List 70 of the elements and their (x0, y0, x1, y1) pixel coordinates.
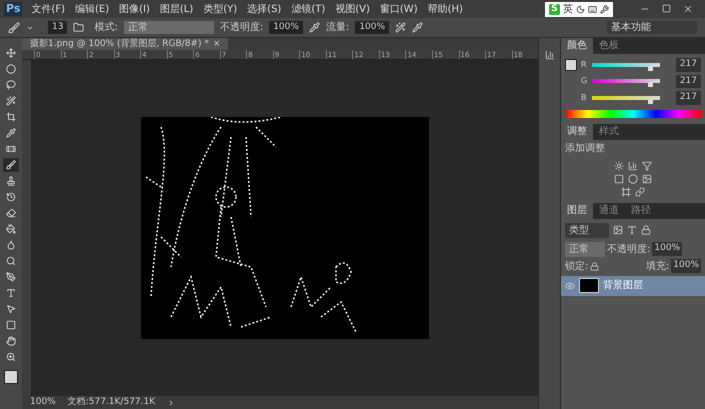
filter-select[interactable]: 类型 (565, 222, 609, 238)
document-title: 摄影1.png @ 100% (背景图层, RGB/8#) * (30, 38, 209, 50)
fill-label: 填充: (646, 260, 670, 274)
maximize-icon[interactable] (662, 4, 671, 13)
wrench-icon[interactable] (600, 5, 609, 14)
panel-tab[interactable]: 图层 (561, 202, 593, 218)
app-logo: Ps (4, 2, 22, 16)
brush-icon[interactable] (3, 158, 19, 172)
workspace-select[interactable]: 基本功能 (607, 21, 697, 34)
folder-icon[interactable] (73, 22, 84, 33)
panel-tab[interactable]: 调整 (561, 124, 593, 140)
menu-item[interactable]: 视图(V) (330, 2, 375, 16)
adjustments-title: 添加调整 (564, 142, 606, 156)
panel-tab[interactable]: 颜色 (561, 38, 593, 54)
panel-tab[interactable]: 通道 (593, 202, 625, 218)
opacity-field[interactable]: 100% (269, 20, 303, 34)
menu-item[interactable]: 类型(Y) (198, 2, 242, 16)
layer-row[interactable]: 背景图层 (561, 276, 705, 296)
color-swatch-icon[interactable] (4, 370, 18, 384)
slider-thumb[interactable] (648, 66, 653, 71)
panel-tab[interactable]: 样式 (593, 124, 625, 140)
document-tab[interactable]: 摄影1.png @ 100% (背景图层, RGB/8#) * × (22, 38, 228, 50)
channel-label: G (581, 75, 588, 88)
moon-icon[interactable] (576, 5, 585, 14)
channel-value[interactable]: 217 (676, 58, 701, 72)
flow-field[interactable]: 100% (355, 20, 390, 34)
brush-size-picker[interactable]: 13 (48, 20, 68, 34)
opacity-field[interactable]: 100% (652, 242, 682, 256)
menu-item[interactable]: 滤镜(T) (286, 2, 330, 16)
zoom-level[interactable]: 100% (30, 396, 56, 409)
channel-value[interactable]: 217 (676, 74, 701, 88)
channel-value[interactable]: 217 (676, 91, 701, 104)
menu-item[interactable]: 选择(S) (242, 2, 286, 16)
menu-item[interactable]: 编辑(E) (70, 2, 114, 16)
channel-label: B (581, 92, 588, 104)
slider-thumb[interactable] (648, 98, 653, 104)
ime-logo: S (549, 4, 560, 15)
channel-label: R (581, 58, 588, 71)
panel-tab[interactable]: 路径 (625, 202, 657, 218)
fill-field[interactable]: 100% (671, 259, 701, 273)
ime-mode[interactable]: 英 (563, 4, 573, 16)
color-spectrum[interactable] (565, 110, 701, 118)
mode-label: 模式: (94, 20, 118, 35)
image-icon[interactable] (613, 225, 623, 235)
brush-icon[interactable] (8, 22, 20, 34)
menu-item[interactable]: 帮助(H) (422, 2, 468, 16)
menu-item[interactable]: 图像(I) (114, 2, 155, 16)
tab-close[interactable]: × (212, 38, 220, 50)
keyboard-icon[interactable] (588, 5, 597, 14)
layer-name: 背景图层 (603, 278, 643, 293)
lock-icon[interactable] (641, 225, 651, 235)
opacity-label: 不透明度: (607, 242, 650, 256)
menu-item[interactable]: 图层(L) (154, 2, 198, 16)
levels-icon[interactable] (628, 160, 638, 170)
opacity-label: 不透明度: (220, 20, 264, 35)
flow-label: 流量: (326, 20, 350, 35)
layer-thumbnail (579, 278, 599, 293)
histogram-icon[interactable] (544, 50, 554, 60)
photo-filter-icon[interactable] (642, 174, 652, 184)
document-size: 文档:577.1K/577.1K (68, 396, 156, 409)
menu-item[interactable]: 窗口(W) (374, 2, 423, 16)
slider-thumb[interactable] (648, 82, 653, 88)
panel-tab[interactable]: 色板 (593, 38, 625, 54)
color-swatch[interactable] (565, 58, 577, 71)
lock-icon[interactable] (590, 262, 600, 270)
brightness-icon[interactable] (614, 160, 624, 170)
text-icon[interactable] (627, 225, 637, 235)
close-icon[interactable] (683, 4, 693, 14)
lock-label: 锁定: (565, 260, 588, 274)
menu-item[interactable]: 文件(F) (26, 2, 70, 16)
